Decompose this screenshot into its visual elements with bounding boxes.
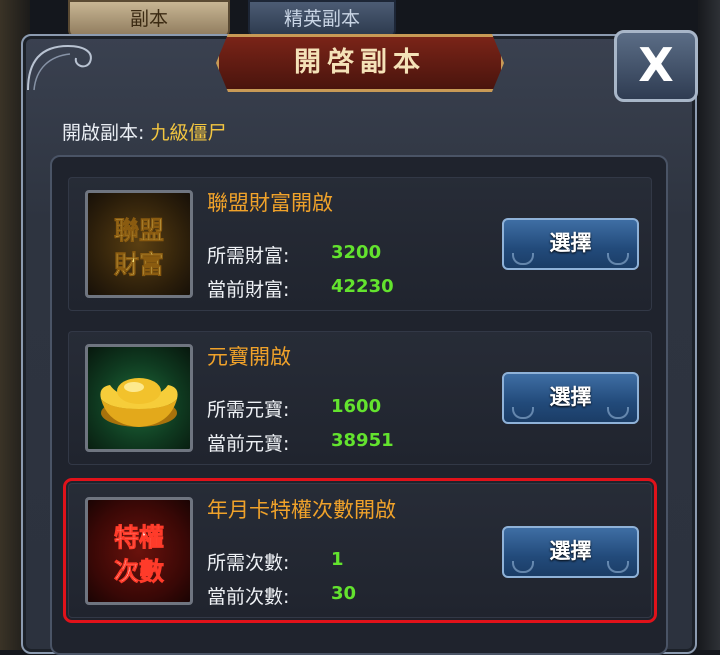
close-icon: X: [638, 38, 674, 92]
select-button[interactable]: 選擇: [502, 218, 639, 270]
dialog-title: 開啓副本: [294, 47, 426, 78]
current-label: 當前次數:: [207, 586, 290, 608]
privilege-count-icon: 特權 次數: [85, 497, 193, 605]
open-instance-value: 九級僵尸: [150, 122, 227, 144]
current-value: 38951: [331, 430, 394, 451]
select-button-label: 選擇: [549, 539, 592, 563]
alliance-wealth-icon: 聯盟 財富: [85, 190, 193, 298]
select-button[interactable]: 選擇: [502, 372, 639, 424]
required-label: 所需元寶:: [207, 399, 290, 421]
button-ornament-right: [607, 407, 629, 419]
tab-instance[interactable]: 副本: [68, 0, 230, 38]
button-ornament-left: [512, 253, 534, 265]
current-label: 當前財富:: [207, 279, 290, 301]
required-value: 1: [331, 549, 344, 570]
icon-text-line1: 聯盟: [114, 216, 164, 245]
open-instance-label: 開啟副本:: [62, 122, 145, 144]
scroll-ornament-icon: [27, 44, 92, 91]
background-right: [698, 0, 720, 650]
select-button-label: 選擇: [549, 385, 592, 409]
tab-elite-instance[interactable]: 精英副本: [248, 0, 396, 38]
required-value: 1600: [331, 396, 382, 417]
option-title: 聯盟財富開啟: [207, 191, 333, 215]
current-value: 30: [331, 583, 357, 604]
icon-text-line1: 特權: [114, 523, 164, 552]
current-value: 42230: [331, 276, 394, 297]
required-value: 3200: [331, 242, 382, 263]
required-label: 所需次數:: [207, 552, 290, 574]
gold-ingot-icon: [85, 344, 193, 452]
current-label: 當前元寶:: [207, 433, 290, 455]
button-ornament-right: [607, 253, 629, 265]
button-ornament-right: [607, 561, 629, 573]
icon-text-line2: 財富: [114, 250, 164, 279]
select-button-label: 選擇: [549, 231, 592, 255]
select-button[interactable]: 選擇: [502, 526, 639, 578]
close-button[interactable]: X: [614, 30, 698, 102]
icon-text-line2: 次數: [114, 557, 164, 586]
button-ornament-left: [512, 407, 534, 419]
option-title: 年月卡特權次數開啟: [207, 498, 396, 522]
button-ornament-left: [512, 561, 534, 573]
required-label: 所需財富:: [207, 245, 290, 267]
option-title: 元寶開啟: [207, 345, 291, 369]
open-instance-line: 開啟副本: 九級僵尸: [62, 118, 226, 145]
